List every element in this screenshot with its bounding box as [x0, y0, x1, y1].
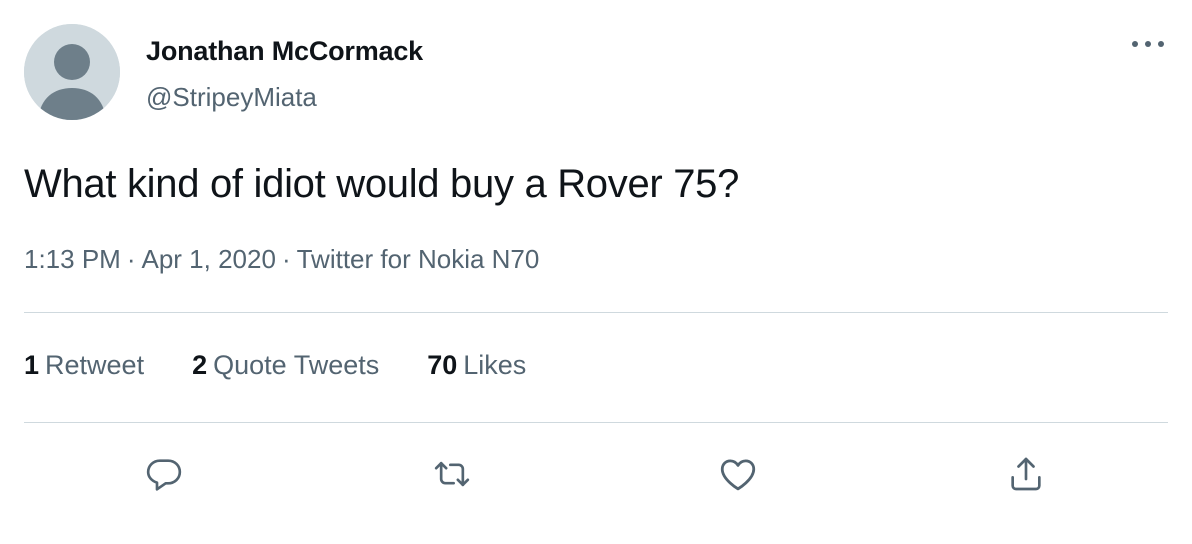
author-display-name[interactable]: Jonathan McCormack: [146, 36, 423, 67]
more-options-button[interactable]: [1128, 30, 1168, 58]
tweet-stats: 1 Retweet 2 Quote Tweets 70 Likes: [24, 350, 526, 381]
meta-separator: ·: [281, 244, 291, 274]
likes-count: 70: [427, 350, 458, 380]
divider: [24, 312, 1168, 313]
reply-button[interactable]: [140, 450, 188, 498]
default-profile-icon: [24, 24, 120, 120]
tweet-actions: [0, 446, 1192, 502]
likes-stat[interactable]: 70 Likes: [427, 350, 526, 381]
share-button[interactable]: [1002, 450, 1050, 498]
divider: [24, 422, 1168, 423]
author-handle[interactable]: @StripeyMiata: [146, 82, 317, 113]
heart-icon: [720, 459, 756, 491]
retweet-button[interactable]: [428, 450, 476, 498]
retweets-count: 1: [24, 350, 40, 380]
quote-tweets-count: 2: [192, 350, 208, 380]
tweet-date[interactable]: Apr 1, 2020: [142, 244, 276, 274]
likes-label: Likes: [463, 350, 527, 380]
reply-icon: [146, 459, 182, 491]
meta-separator: ·: [126, 244, 136, 274]
tweet-meta: 1:13 PM · Apr 1, 2020 · Twitter for Nokia N7…: [24, 244, 539, 275]
avatar[interactable]: [24, 24, 120, 120]
tweet-time[interactable]: 1:13 PM: [24, 244, 121, 274]
quote-tweets-label: Quote Tweets: [213, 350, 380, 380]
tweet-source: Twitter for Nokia N70: [296, 244, 540, 274]
retweet-icon: [434, 461, 470, 487]
tweet-text: What kind of idiot would buy a Rover 75?: [24, 162, 740, 206]
quote-tweets-stat[interactable]: 2 Quote Tweets: [192, 350, 379, 381]
retweets-stat[interactable]: 1 Retweet: [24, 350, 144, 381]
retweets-label: Retweet: [45, 350, 145, 380]
tweet-card: Jonathan McCormack @StripeyMiata What ki…: [0, 0, 1192, 544]
share-icon: [1011, 457, 1041, 491]
more-horizontal-icon: [1132, 41, 1164, 47]
like-button[interactable]: [714, 450, 762, 498]
